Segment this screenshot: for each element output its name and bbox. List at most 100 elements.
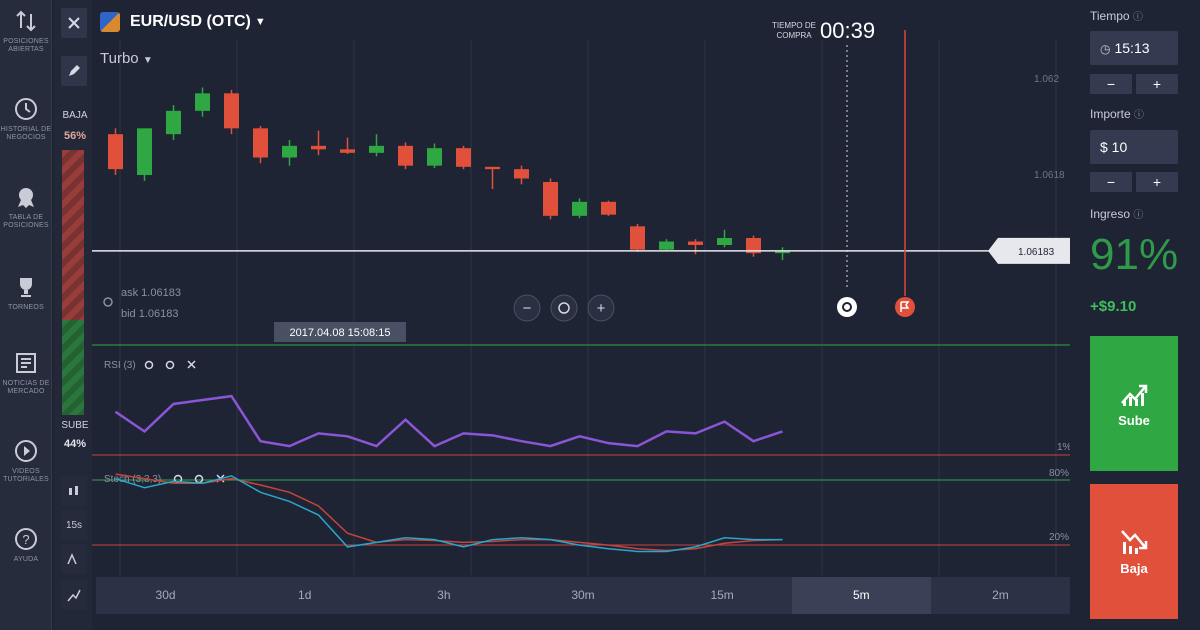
- timeframe-3h[interactable]: 3h: [374, 577, 513, 614]
- rsi-level-label: 1%: [1057, 442, 1070, 453]
- price-chart-area[interactable]: 1.06183 1.062 1.0618 ask 1.06183 bid 1.0…: [92, 0, 1070, 630]
- asset-name: EUR/USD (OTC): [130, 13, 251, 30]
- svg-text:−: −: [523, 300, 532, 317]
- stoch-lower-label: 20%: [1049, 532, 1069, 543]
- bid-price: bid 1.06183: [121, 308, 179, 320]
- nav-label: AYUDA: [13, 556, 39, 563]
- option-mode-selector[interactable]: Turbo ▼: [100, 50, 153, 67]
- amount-increase-button[interactable]: +: [1136, 172, 1178, 192]
- candle-up: [369, 145, 384, 153]
- trader-sentiment: BAJA 56% SUBE 44%: [58, 108, 92, 458]
- chart-down-icon: [1121, 530, 1148, 554]
- candle-up: [137, 128, 152, 175]
- pencil-icon: [69, 65, 80, 76]
- candle-up: [166, 110, 181, 135]
- candles-layer: [108, 87, 790, 261]
- timeframe-30m[interactable]: 30m: [513, 577, 652, 614]
- expiry-marker: [895, 297, 915, 317]
- candle-down: [485, 166, 500, 170]
- timeframe-button[interactable]: 15s: [61, 510, 87, 540]
- call-up-label: Sube: [1118, 413, 1150, 428]
- chevron-down-icon: ▼: [254, 16, 266, 28]
- candle-down: [688, 241, 703, 245]
- play-icon: [15, 440, 37, 462]
- nav-leaderboard[interactable]: TABLA DE POSICIONES: [0, 184, 52, 230]
- option-mode-label: Turbo: [100, 50, 139, 67]
- candle-up: [717, 238, 732, 245]
- payout-percent: 91%: [1090, 230, 1179, 279]
- date-tooltip: 2017.04.08 15:08:15: [290, 327, 391, 339]
- timeframe-short-label: 15s: [65, 519, 83, 531]
- payout-amount: +$9.10: [1090, 298, 1137, 315]
- news-icon: [16, 353, 36, 373]
- drawing-tools-button[interactable]: [61, 580, 87, 610]
- candle-down: [108, 134, 123, 170]
- time-label: Tiempo ⓘ: [1090, 8, 1143, 23]
- buy-percent: 44%: [63, 438, 87, 450]
- timeframe-1d[interactable]: 1d: [235, 577, 374, 614]
- rsi-visibility-icon: [165, 360, 175, 370]
- candle-up: [659, 241, 674, 250]
- income-label: Ingreso ⓘ: [1090, 206, 1143, 221]
- nav-tutorial-videos[interactable]: VIDEOS TUTORIALES: [0, 438, 52, 484]
- purchase-timer-value: 00:39: [820, 18, 876, 43]
- trophy-icon: [20, 278, 32, 297]
- put-down-button[interactable]: Baja: [1090, 484, 1178, 619]
- time-increase-button[interactable]: +: [1136, 74, 1178, 94]
- candle-down: [340, 149, 355, 153]
- clock-icon: [15, 98, 37, 120]
- time-label-text: Tiempo: [1090, 9, 1130, 23]
- info-icon: ⓘ: [1132, 12, 1143, 23]
- purchase-timer: TIEMPO DE COMPRA 00:39: [770, 18, 875, 44]
- time-value: 15:13: [1114, 40, 1150, 56]
- nav-open-positions[interactable]: POSICIONES ABIERTAS: [0, 8, 52, 54]
- candle-down: [543, 182, 558, 216]
- zoom-in-button[interactable]: +: [587, 294, 615, 322]
- amount-label-text: Importe: [1090, 107, 1131, 121]
- amount-decrease-button[interactable]: −: [1090, 172, 1132, 192]
- stoch-visibility-icon: [194, 474, 204, 484]
- ask-price: ask 1.06183: [121, 287, 181, 299]
- purchase-timer-label: TIEMPO DE COMPRA: [771, 21, 816, 40]
- chart-canvas: 1.06183 1.062 1.0618 ask 1.06183 bid 1.0…: [92, 30, 1070, 575]
- nav-label: HISTORIAL DE NEGOCIOS: [0, 126, 52, 141]
- candle-down: [311, 145, 326, 150]
- timeframe-30d[interactable]: 30d: [96, 577, 235, 614]
- zoom-out-button[interactable]: −: [513, 294, 541, 322]
- nav-tournaments[interactable]: TORNEOS: [0, 274, 52, 312]
- swap-arrows-icon: [16, 10, 36, 32]
- candle-down: [601, 201, 616, 215]
- nav-label: TORNEOS: [8, 304, 44, 311]
- close-chart-button[interactable]: [61, 8, 87, 38]
- amount-input[interactable]: $ 10: [1090, 130, 1178, 164]
- rsi-line: [114, 394, 783, 448]
- asset-selector[interactable]: EUR/USD (OTC) ▼: [100, 12, 266, 32]
- nav-trade-history[interactable]: HISTORIAL DE NEGOCIOS: [0, 96, 52, 142]
- timeframe-5m[interactable]: 5m: [791, 577, 931, 614]
- candle-up: [427, 148, 442, 166]
- timeframe-bar: 30d 1d 3h 30m 15m 5m 2m: [96, 577, 1070, 614]
- chart-type-button[interactable]: [61, 476, 87, 506]
- indicators-button[interactable]: [61, 544, 87, 574]
- draw-tool-button[interactable]: [61, 56, 87, 86]
- candle-down: [630, 226, 645, 250]
- put-down-label: Baja: [1120, 561, 1148, 576]
- timeframe-2m[interactable]: 2m: [931, 577, 1070, 614]
- current-price-label: 1.06183: [1018, 247, 1055, 258]
- call-up-button[interactable]: Sube: [1090, 336, 1178, 471]
- candle-down: [514, 169, 529, 179]
- time-input[interactable]: ◷ 15:13: [1090, 31, 1178, 65]
- trade-panel: Tiempo ⓘ ◷ 15:13 − + Importe ⓘ $ 10 − + I…: [1078, 0, 1200, 630]
- nav-label: TABLA DE POSICIONES: [3, 214, 49, 229]
- nav-market-news[interactable]: NOTICIAS DE MERCADO: [0, 350, 52, 396]
- nav-help[interactable]: ? AYUDA: [0, 526, 52, 564]
- timeframe-15m[interactable]: 15m: [653, 577, 792, 614]
- center-chart-button[interactable]: [550, 294, 578, 322]
- close-icon: [68, 17, 80, 29]
- candle-down: [398, 145, 413, 166]
- price-axis-label: 1.0618: [1034, 170, 1065, 181]
- income-label-text: Ingreso: [1090, 207, 1131, 221]
- time-decrease-button[interactable]: −: [1090, 74, 1132, 94]
- nav-label: POSICIONES ABIERTAS: [3, 38, 49, 53]
- eur-usd-flag-icon: [100, 12, 120, 32]
